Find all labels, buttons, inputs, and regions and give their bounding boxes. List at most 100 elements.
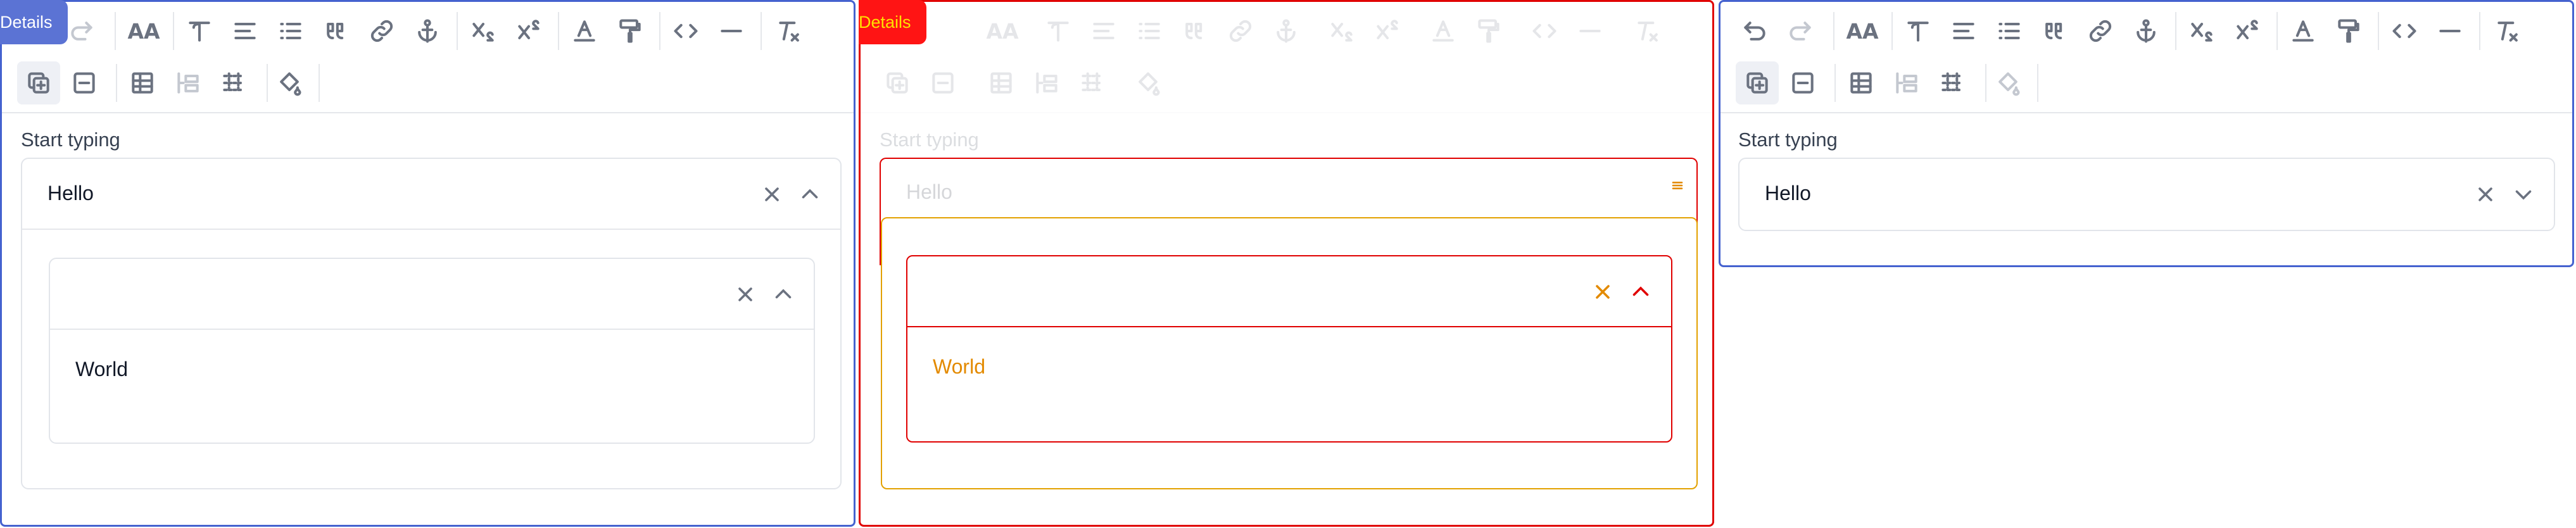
subscript-icon[interactable] <box>462 9 505 53</box>
paint-roller-icon[interactable] <box>1467 9 1510 53</box>
anchor-icon[interactable] <box>406 9 449 53</box>
clear-format-icon[interactable] <box>2487 9 2530 53</box>
superscript-icon[interactable] <box>507 9 550 53</box>
heading-icon[interactable] <box>1897 9 1940 53</box>
chevron-up-icon[interactable] <box>772 283 795 306</box>
clear-format-icon[interactable] <box>1627 9 1670 53</box>
toolbar-separator <box>2479 12 2480 50</box>
split-cells-icon[interactable] <box>1071 61 1114 104</box>
align-icon[interactable] <box>1942 9 1985 53</box>
clear-format-icon[interactable] <box>768 9 811 53</box>
add-block-icon[interactable] <box>1736 61 1779 104</box>
close-icon[interactable] <box>761 183 783 206</box>
quote-icon[interactable] <box>315 9 358 53</box>
table-icon[interactable] <box>121 61 164 104</box>
toolbar-separator <box>1834 64 1836 102</box>
superscript-icon[interactable] <box>1366 9 1409 53</box>
merge-cells-icon[interactable] <box>167 61 210 104</box>
toolbar-separator <box>2037 64 2038 102</box>
subscript-icon[interactable] <box>2180 9 2223 53</box>
editor-panel-left: AA Start typing Hello World <box>0 0 856 527</box>
paint-roller-icon[interactable] <box>2327 9 2370 53</box>
quote-icon[interactable] <box>2033 9 2076 53</box>
editor-label: Start typing <box>1738 129 1838 151</box>
editor-toolbar: AA <box>2 2 854 113</box>
toolbar-separator <box>558 12 559 50</box>
table-icon[interactable] <box>980 61 1023 104</box>
table-icon[interactable] <box>1840 61 1883 104</box>
details-badge: Details <box>0 0 68 44</box>
link-icon[interactable] <box>2079 9 2122 53</box>
remove-block-icon[interactable] <box>921 61 964 104</box>
toolbar-separator <box>2276 12 2278 50</box>
chevron-up-icon[interactable] <box>799 183 821 206</box>
align-icon[interactable] <box>1082 9 1125 53</box>
editor-label: Start typing <box>880 129 979 151</box>
close-icon[interactable] <box>2474 183 2497 206</box>
heading-icon[interactable] <box>178 9 221 53</box>
toolbar-separator <box>116 64 117 102</box>
link-icon[interactable] <box>1219 9 1262 53</box>
inner-block-header[interactable] <box>50 259 814 330</box>
remove-block-icon[interactable] <box>63 61 106 104</box>
cell-fill-icon[interactable] <box>268 61 311 104</box>
chevron-up-icon[interactable] <box>1629 280 1652 303</box>
redo-icon[interactable] <box>1779 9 1822 53</box>
toolbar-separator <box>1891 12 1893 50</box>
font-size-icon[interactable]: AA <box>981 9 1024 53</box>
merge-cells-icon[interactable] <box>1885 61 1928 104</box>
toolbar-separator <box>457 12 458 50</box>
horizontal-rule-icon[interactable] <box>2428 9 2472 53</box>
horizontal-rule-icon[interactable] <box>710 9 753 53</box>
link-icon[interactable] <box>360 9 403 53</box>
toolbar-separator <box>761 12 762 50</box>
editor-toolbar: AA <box>861 2 1712 113</box>
text-color-icon[interactable] <box>1422 9 1465 53</box>
anchor-icon[interactable] <box>2125 9 2168 53</box>
outer-block-header[interactable]: Hello <box>22 159 840 230</box>
close-icon[interactable] <box>734 283 757 306</box>
undo-icon[interactable] <box>1733 9 1776 53</box>
close-icon[interactable] <box>1591 280 1614 303</box>
remove-block-icon[interactable] <box>1781 61 1824 104</box>
toolbar-separator <box>2378 12 2379 50</box>
text-color-icon[interactable] <box>563 9 606 53</box>
bullet-list-icon[interactable] <box>269 9 312 53</box>
quote-icon[interactable] <box>1173 9 1216 53</box>
split-cells-icon[interactable] <box>1931 61 1974 104</box>
inner-block-value: World <box>933 355 985 378</box>
code-icon[interactable] <box>2383 9 2426 53</box>
toolbar-separator <box>1833 12 1834 50</box>
toolbar-separator <box>173 12 174 50</box>
toolbar-separator <box>659 12 660 50</box>
font-size-icon[interactable]: AA <box>1841 9 1884 53</box>
outer-block[interactable]: Hello <box>1738 158 2555 231</box>
code-icon[interactable] <box>664 9 707 53</box>
align-icon[interactable] <box>224 9 267 53</box>
add-block-icon[interactable] <box>876 61 919 104</box>
details-badge: Details <box>859 0 926 44</box>
merge-cells-icon[interactable] <box>1025 61 1068 104</box>
text-color-icon[interactable] <box>2282 9 2325 53</box>
drag-handle-icon[interactable] <box>1665 173 1690 198</box>
font-size-icon[interactable]: AA <box>122 9 165 53</box>
chevron-down-icon[interactable] <box>2512 183 2535 206</box>
superscript-icon[interactable] <box>2226 9 2269 53</box>
paint-roller-icon[interactable] <box>609 9 652 53</box>
bullet-list-icon[interactable] <box>1988 9 2031 53</box>
inner-block-header[interactable] <box>907 256 1671 327</box>
cell-fill-icon[interactable] <box>1127 61 1170 104</box>
editor-label: Start typing <box>21 129 120 151</box>
subscript-icon[interactable] <box>1320 9 1363 53</box>
split-cells-icon[interactable] <box>212 61 255 104</box>
heading-icon[interactable] <box>1037 9 1080 53</box>
cell-fill-icon[interactable] <box>1986 61 2030 104</box>
code-icon[interactable] <box>1523 9 1566 53</box>
add-block-icon[interactable] <box>17 61 60 104</box>
toolbar-separator <box>115 12 116 50</box>
anchor-icon[interactable] <box>1265 9 1308 53</box>
horizontal-rule-icon[interactable] <box>1569 9 1612 53</box>
outer-block-value: Hello <box>47 182 94 204</box>
bullet-list-icon[interactable] <box>1128 9 1171 53</box>
editor-toolbar: AA <box>1720 2 2572 113</box>
